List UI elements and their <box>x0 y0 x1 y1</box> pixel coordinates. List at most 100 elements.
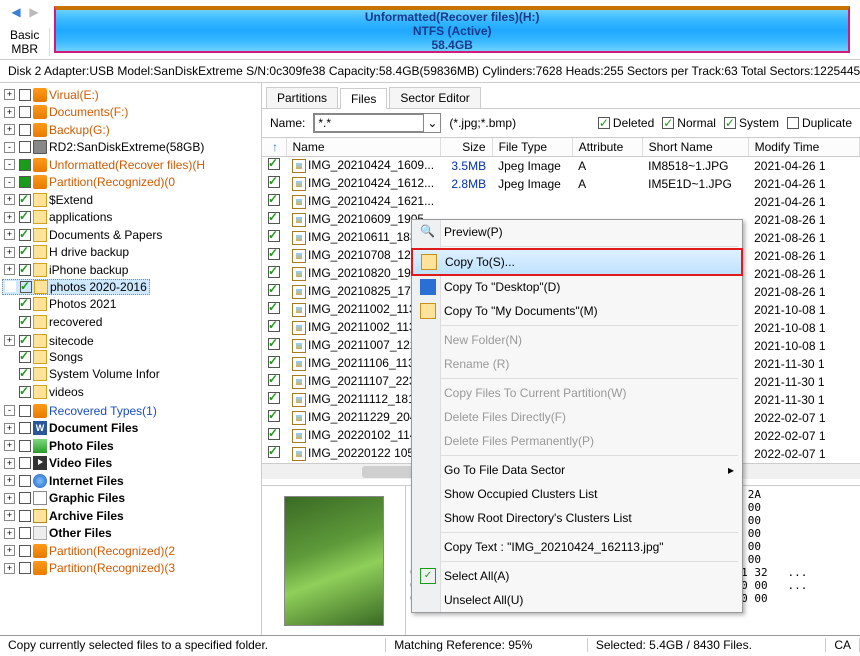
tree-toggle-icon[interactable]: - <box>4 405 15 416</box>
tree-toggle-icon[interactable]: + <box>4 247 15 258</box>
tree-checkbox[interactable] <box>19 298 31 310</box>
file-checkbox[interactable] <box>268 284 280 296</box>
menu-preview[interactable]: 🔍Preview(P) <box>412 220 742 244</box>
tree-checkbox[interactable] <box>20 281 32 293</box>
menu-copy-desktop[interactable]: Copy To "Desktop"(D) <box>412 275 742 299</box>
tree-item[interactable]: Photos 2021 <box>2 297 118 311</box>
up-folder-icon[interactable]: ↑ <box>268 140 278 154</box>
file-checkbox[interactable] <box>268 320 280 332</box>
tree-toggle-icon[interactable]: + <box>4 545 15 556</box>
tree-item[interactable]: +Graphic Files <box>2 491 127 505</box>
tree-checkbox[interactable] <box>19 124 31 136</box>
tree-toggle-icon[interactable]: + <box>4 510 15 521</box>
tree-item[interactable]: +Archive Files <box>2 509 126 523</box>
tree-toggle-icon[interactable]: + <box>4 264 15 275</box>
col-attribute[interactable]: Attribute <box>572 138 642 157</box>
menu-unselect-all[interactable]: Unselect All(U) <box>412 588 742 612</box>
tree-checkbox[interactable] <box>19 386 31 398</box>
filter-deleted-checkbox[interactable]: ✓Deleted <box>598 116 654 130</box>
tree-item[interactable]: +Backup(G:) <box>2 123 112 137</box>
tree-checkbox[interactable] <box>19 264 31 276</box>
tree-checkbox[interactable] <box>19 351 31 363</box>
tree-checkbox[interactable] <box>19 492 31 504</box>
filter-normal-checkbox[interactable]: ✓Normal <box>662 116 716 130</box>
tree-item[interactable]: +$Extend <box>2 193 95 207</box>
tree-toggle-icon[interactable]: + <box>4 440 15 451</box>
tree-toggle-icon[interactable]: + <box>4 229 15 240</box>
tree-item[interactable]: +iPhone backup <box>2 263 130 277</box>
col-name[interactable]: Name <box>286 138 440 157</box>
tree-item[interactable]: -Recovered Types(1) <box>2 404 159 418</box>
file-checkbox[interactable] <box>268 410 280 422</box>
tree-item[interactable]: videos <box>2 385 86 399</box>
col-modify[interactable]: Modify Time <box>748 138 859 157</box>
file-checkbox[interactable] <box>268 374 280 386</box>
tree-item[interactable]: +Virual(E:) <box>2 88 101 102</box>
menu-copy-text[interactable]: Copy Text : "IMG_20210424_162113.jpg" <box>412 535 742 559</box>
partition-bar[interactable]: Unformatted(Recover files)(H:) NTFS (Act… <box>54 6 850 53</box>
tree-checkbox[interactable] <box>19 211 31 223</box>
tree-toggle-icon[interactable]: + <box>4 563 15 574</box>
tree-item[interactable]: -RD2:SanDiskExtreme(58GB) <box>2 140 206 154</box>
tree-toggle-icon[interactable]: + <box>4 528 15 539</box>
tree-checkbox[interactable] <box>19 229 31 241</box>
tree-item[interactable]: +Partition(Recognized)(3 <box>2 561 177 575</box>
menu-copy-mydocs[interactable]: Copy To "My Documents"(M) <box>412 299 742 323</box>
tree-item[interactable]: +Documents & Papers <box>2 228 164 242</box>
tree-item[interactable]: +H drive backup <box>2 245 131 259</box>
tree-checkbox[interactable] <box>19 141 31 153</box>
tree-item[interactable]: +Other Files <box>2 526 114 540</box>
tree-checkbox[interactable] <box>19 545 31 557</box>
file-checkbox[interactable] <box>268 266 280 278</box>
file-row[interactable]: IMG_20210424_1621...2021-04-26 1 <box>262 193 860 211</box>
tree-checkbox[interactable] <box>19 176 31 188</box>
filter-system-checkbox[interactable]: ✓System <box>724 116 779 130</box>
tree-toggle-icon[interactable]: + <box>4 458 15 469</box>
tree-toggle-icon[interactable]: - <box>4 159 15 170</box>
col-filetype[interactable]: File Type <box>492 138 572 157</box>
file-checkbox[interactable] <box>268 338 280 350</box>
tree-checkbox[interactable] <box>19 316 31 328</box>
tree-item[interactable]: +Partition(Recognized)(2 <box>2 544 177 558</box>
file-checkbox[interactable] <box>268 248 280 260</box>
tree-checkbox[interactable] <box>19 440 31 452</box>
tree-toggle-icon[interactable]: + <box>4 194 15 205</box>
tree-checkbox[interactable] <box>19 562 31 574</box>
tree-checkbox[interactable] <box>19 159 31 171</box>
tree-checkbox[interactable] <box>19 527 31 539</box>
menu-select-all[interactable]: ✓Select All(A) <box>412 564 742 588</box>
tree-checkbox[interactable] <box>19 106 31 118</box>
tree-checkbox[interactable] <box>19 335 31 347</box>
tree-checkbox[interactable] <box>19 368 31 380</box>
col-size[interactable]: Size <box>440 138 492 157</box>
tree-item[interactable]: +Documents(F:) <box>2 105 130 119</box>
partition-tree[interactable]: +Virual(E:) +Documents(F:) +Backup(G:) -RD2… <box>0 83 262 635</box>
tree-toggle-icon[interactable]: + <box>4 335 15 346</box>
menu-copy-to[interactable]: Copy To(S)... <box>411 248 743 276</box>
file-checkbox[interactable] <box>268 212 280 224</box>
name-filter-input[interactable] <box>314 114 424 132</box>
tree-toggle-icon[interactable]: + <box>4 212 15 223</box>
tree-item[interactable]: +WDocument Files <box>2 421 140 435</box>
tab-partitions[interactable]: Partitions <box>266 87 338 108</box>
tree-item[interactable]: +applications <box>2 210 114 224</box>
tree-item[interactable]: +Video Files <box>2 456 114 470</box>
name-filter-dropdown-icon[interactable]: ⌄ <box>424 116 440 130</box>
tree-toggle-icon[interactable]: + <box>4 493 15 504</box>
file-row[interactable]: IMG_20210424_1612...2.8MBJpeg ImageAIM5E… <box>262 175 860 193</box>
tree-checkbox[interactable] <box>19 194 31 206</box>
tree-item[interactable]: -Unformatted(Recover files)(H <box>2 158 207 172</box>
tree-toggle-icon[interactable]: + <box>4 124 15 135</box>
tree-toggle-icon[interactable]: + <box>4 89 15 100</box>
tree-item[interactable]: +sitecode <box>2 334 96 348</box>
file-checkbox[interactable] <box>268 158 280 170</box>
tree-toggle-icon[interactable]: + <box>4 107 15 118</box>
tree-toggle-icon[interactable]: + <box>4 423 15 434</box>
col-shortname[interactable]: Short Name <box>642 138 748 157</box>
filter-duplicate-checkbox[interactable]: Duplicate <box>787 116 852 130</box>
menu-show-occupied[interactable]: Show Occupied Clusters List <box>412 482 742 506</box>
tree-item[interactable]: photos 2020-2016 <box>2 279 150 295</box>
tree-checkbox[interactable] <box>19 89 31 101</box>
menu-show-root-clusters[interactable]: Show Root Directory's Clusters List <box>412 506 742 530</box>
tab-sector-editor[interactable]: Sector Editor <box>389 87 480 108</box>
